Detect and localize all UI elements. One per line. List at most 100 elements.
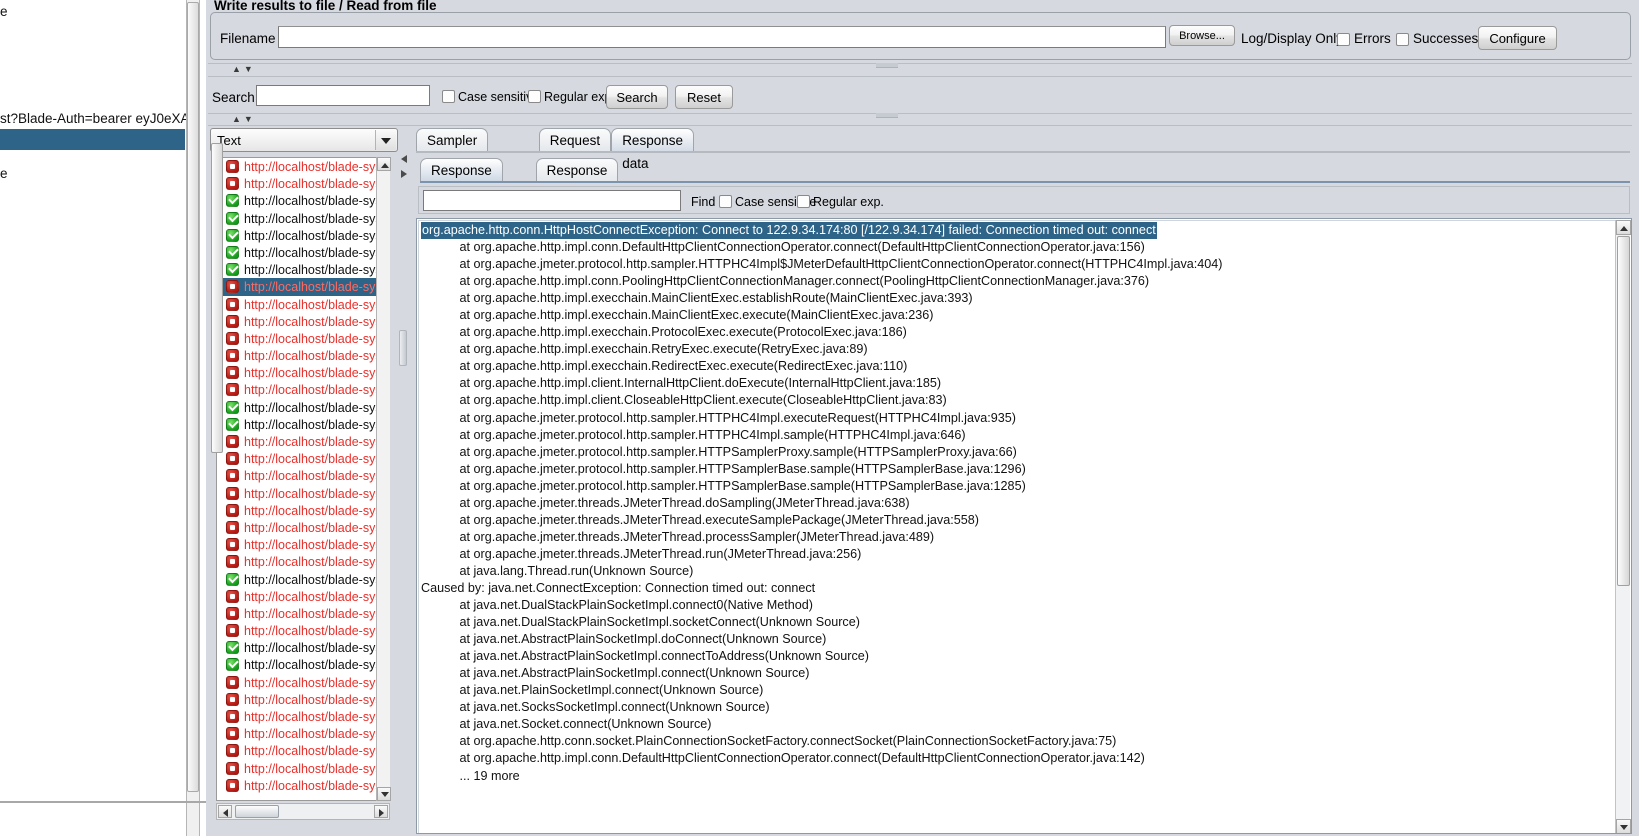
tree-row[interactable]: http://localhost/blade-syst <box>217 777 389 794</box>
subtab-response-headers[interactable]: Response headers <box>535 158 619 201</box>
response-body-text[interactable]: org.apache.http.conn.HttpHostConnectExce… <box>421 222 1611 827</box>
error-status-icon <box>226 349 239 363</box>
divider-collapse-right-icon[interactable] <box>401 170 407 178</box>
tree-row[interactable]: http://localhost/blade-syst <box>217 760 389 777</box>
tree-row[interactable]: http://localhost/blade-syst <box>217 192 389 209</box>
tree-row[interactable]: http://localhost/blade-syst <box>217 691 389 708</box>
successes-checkbox[interactable] <box>1396 33 1409 46</box>
tree-row[interactable]: http://localhost/blade-syst <box>217 158 389 175</box>
tree-row[interactable]: http://localhost/blade-syst <box>217 656 389 673</box>
tree-row[interactable]: http://localhost/blade-syst <box>217 588 389 605</box>
tree-row[interactable]: http://localhost/blade-syst <box>217 381 389 398</box>
tree-row[interactable]: http://localhost/blade-syst <box>217 725 389 742</box>
tree-horizontal-scrollbar[interactable] <box>216 803 390 820</box>
tree-row[interactable]: http://localhost/blade-syst <box>217 639 389 656</box>
tree-row[interactable]: http://localhost/blade-syst <box>217 244 389 261</box>
view-renderer-select[interactable]: Text <box>210 128 398 152</box>
splitter-top-arrows-icon[interactable]: ▲▼ <box>232 64 256 74</box>
tree-row-label: http://localhost/blade-syst <box>244 710 386 724</box>
splitter-top-handle[interactable] <box>876 63 898 68</box>
response-line-highlighted[interactable]: org.apache.http.conn.HttpHostConnectExce… <box>421 222 1157 240</box>
tree-row[interactable]: http://localhost/blade-syst <box>217 313 389 330</box>
tree-row[interactable]: http://localhost/blade-syst <box>217 227 389 244</box>
chevron-down-icon <box>381 138 391 144</box>
tree-row[interactable]: http://localhost/blade-syst <box>217 175 389 192</box>
tree-row[interactable]: http://localhost/blade-syst <box>217 467 389 484</box>
tree-row[interactable]: http://localhost/blade-syst <box>217 399 389 416</box>
splitter-middle-handle[interactable] <box>876 113 898 118</box>
browse-button[interactable]: Browse... <box>1169 25 1235 46</box>
response-vertical-scrollbar[interactable] <box>1615 220 1631 833</box>
tree-row[interactable]: http://localhost/blade-syst <box>217 210 389 227</box>
tree-horizontal-scrollbar-thumb[interactable] <box>235 805 279 818</box>
error-status-icon <box>226 177 239 191</box>
find-input[interactable] <box>423 190 681 211</box>
left-selected-row[interactable] <box>0 129 185 150</box>
left-panel-scrollbar-thumb[interactable] <box>187 2 199 792</box>
splitter-middle[interactable] <box>208 113 1632 126</box>
tree-row[interactable]: http://localhost/blade-syst <box>217 416 389 433</box>
success-status-icon <box>226 245 239 259</box>
divider-collapse-left-icon[interactable] <box>401 155 407 163</box>
tree-row[interactable]: http://localhost/blade-syst <box>217 450 389 467</box>
triangle-right-icon <box>379 809 384 817</box>
search-regular-exp-checkbox[interactable] <box>528 90 541 103</box>
response-vertical-scrollbar-thumb[interactable] <box>1617 236 1630 586</box>
tab-response-data[interactable]: Response data <box>611 128 694 171</box>
tree-vertical-scrollbar[interactable] <box>376 157 391 801</box>
tree-row[interactable]: http://localhost/blade-syst <box>217 605 389 622</box>
search-button[interactable]: Search <box>606 85 668 109</box>
filename-input[interactable] <box>278 26 1166 48</box>
tree-row[interactable]: http://localhost/blade-syst <box>217 330 389 347</box>
tree-row[interactable]: http://localhost/blade-syst <box>217 433 389 450</box>
response-line: at java.net.DualStackPlainSocketImpl.con… <box>421 598 813 613</box>
response-scroll-down-button[interactable] <box>1616 819 1631 833</box>
tree-row[interactable]: http://localhost/blade-syst <box>217 261 389 278</box>
errors-label: Errors <box>1354 31 1391 46</box>
tree-row[interactable]: http://localhost/blade-syst <box>217 347 389 364</box>
response-scroll-up-button[interactable] <box>1616 220 1631 235</box>
response-line: at org.apache.http.impl.execchain.MainCl… <box>421 308 934 323</box>
subtab-response-body[interactable]: Response Body <box>420 158 503 201</box>
tree-row[interactable]: http://localhost/blade-syst <box>217 485 389 502</box>
view-renderer-dropdown-button[interactable] <box>375 130 396 150</box>
tree-row[interactable]: http://localhost/blade-syst <box>217 742 389 759</box>
tree-row[interactable]: http://localhost/blade-syst <box>217 296 389 313</box>
tree-row[interactable]: http://localhost/blade-syst <box>217 278 389 296</box>
tree-row[interactable]: http://localhost/blade-syst <box>217 622 389 639</box>
tree-vertical-scrollbar-thumb[interactable] <box>211 143 223 453</box>
tree-scroll-up-button[interactable] <box>377 157 391 171</box>
tab-sampler-result[interactable]: Sampler result <box>416 128 489 171</box>
splitter-top[interactable] <box>208 63 1632 77</box>
results-tree-list[interactable]: http://localhost/blade-syst http://localh… <box>216 157 390 801</box>
tree-row[interactable]: http://localhost/blade-syst <box>217 502 389 519</box>
tree-scroll-right-button[interactable] <box>374 805 388 818</box>
response-line: at org.apache.http.impl.conn.DefaultHttp… <box>421 240 1145 255</box>
tree-scroll-left-button[interactable] <box>218 805 232 818</box>
find-case-sensitive-checkbox[interactable] <box>719 195 732 208</box>
response-line: at org.apache.jmeter.protocol.http.sampl… <box>421 410 1016 425</box>
tab-request[interactable]: Request <box>538 128 612 152</box>
tree-row[interactable]: http://localhost/blade-syst <box>217 536 389 553</box>
reset-button[interactable]: Reset <box>675 85 733 109</box>
tree-row[interactable]: http://localhost/blade-syst <box>217 364 389 381</box>
tree-row[interactable]: http://localhost/blade-syst <box>217 708 389 725</box>
tree-row[interactable]: http://localhost/blade-syst <box>217 674 389 691</box>
tree-row[interactable]: http://localhost/blade-syst <box>217 553 389 570</box>
splitter-middle-arrows-icon[interactable]: ▲▼ <box>232 114 256 124</box>
pane-divider[interactable] <box>398 128 410 834</box>
search-case-sensitive-checkbox[interactable] <box>442 90 455 103</box>
divider-grip[interactable] <box>399 330 407 366</box>
configure-button[interactable]: Configure <box>1478 26 1557 50</box>
error-status-icon <box>226 555 239 569</box>
find-regular-exp-checkbox[interactable] <box>797 195 810 208</box>
tree-row-label: http://localhost/blade-syst <box>244 280 386 295</box>
response-body-viewer[interactable]: org.apache.http.conn.HttpHostConnectExce… <box>416 218 1632 834</box>
tree-row-label: http://localhost/blade-syst <box>244 331 386 346</box>
tree-row[interactable]: http://localhost/blade-syst <box>217 571 389 588</box>
search-input[interactable] <box>256 85 430 106</box>
tree-row[interactable]: http://localhost/blade-syst <box>217 519 389 536</box>
tree-scroll-down-button[interactable] <box>377 787 391 801</box>
errors-checkbox[interactable] <box>1337 33 1350 46</box>
tree-row-label: http://localhost/blade-syst <box>244 211 386 226</box>
